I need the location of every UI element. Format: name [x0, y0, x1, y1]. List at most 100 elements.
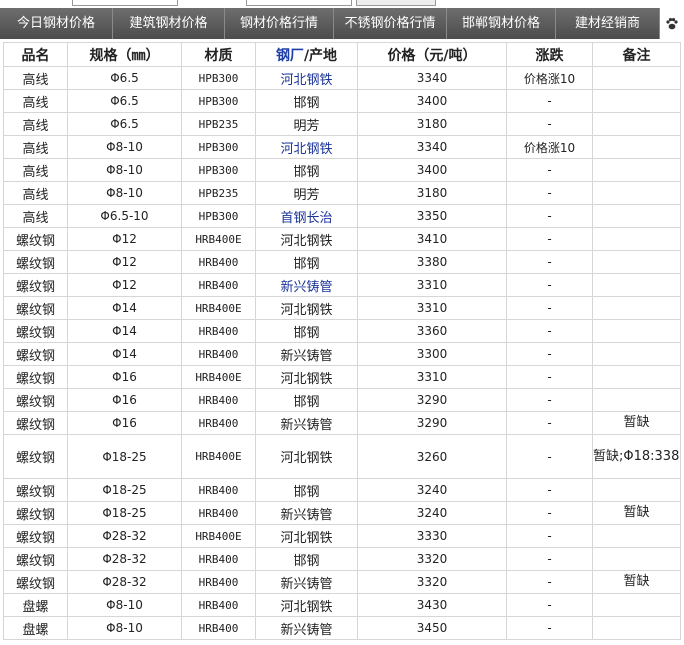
cell-note: [592, 204, 681, 228]
cell-change: -: [506, 570, 593, 594]
cell-material: HPB300: [181, 89, 256, 113]
cell-note: [592, 296, 681, 320]
cell-material: HPB235: [181, 112, 256, 136]
nav-item-dealers[interactable]: 建材经销商: [556, 8, 660, 39]
col-header-plant: 钢厂/产地: [255, 42, 358, 67]
cell-change: -: [506, 89, 593, 113]
cell-material: HRB400: [181, 547, 256, 571]
nav-item-today-price[interactable]: 今日钢材价格: [0, 8, 113, 39]
cell-plant: 邯钢: [255, 547, 358, 571]
cell-plant: 河北钢铁: [255, 593, 358, 617]
cell-name: 螺纹钢: [3, 547, 68, 571]
cell-note: [592, 388, 681, 412]
table-row: 盘螺 Φ8-10 HRB400 新兴铸管 3450-: [3, 616, 681, 640]
cell-spec: Φ12: [67, 227, 182, 251]
cell-change: -: [506, 547, 593, 571]
cell-material: HRB400: [181, 342, 256, 366]
cell-material: HRB400: [181, 388, 256, 412]
cell-material: HRB400E: [181, 227, 256, 251]
cell-change: -: [506, 501, 593, 525]
cell-price: 3400: [357, 89, 507, 113]
cell-plant: 邯钢: [255, 250, 358, 274]
cell-plant: 明芳: [255, 112, 358, 136]
nav-item-stainless[interactable]: 不锈钢价格行情: [334, 8, 447, 39]
cell-note: [592, 89, 681, 113]
table-row: 螺纹钢 Φ16 HRB400 邯钢 3290-: [3, 388, 681, 412]
nav-item-building-steel[interactable]: 建筑钢材价格: [113, 8, 225, 39]
col-header-change: 涨跌: [506, 42, 593, 67]
table-body: 高线 Φ6.5 HPB300 河北钢铁 3340 价格涨10 高线 Φ6.5 HPB300 邯钢 3…: [3, 66, 681, 640]
cell-price: 3380: [357, 250, 507, 274]
cell-note: [592, 593, 681, 617]
cell-material: HRB400E: [181, 365, 256, 389]
cell-change: 价格涨10: [506, 66, 593, 90]
table-row: 高线 Φ6.5 HPB300 河北钢铁 3340 价格涨10: [3, 66, 681, 90]
cell-spec: Φ14: [67, 342, 182, 366]
cell-spec: Φ16: [67, 411, 182, 435]
paw-icon[interactable]: [660, 8, 684, 39]
cell-material: HPB300: [181, 66, 256, 90]
cell-price: 3410: [357, 227, 507, 251]
cell-material: HRB400: [181, 593, 256, 617]
cell-spec: Φ28-32: [67, 524, 182, 548]
nav-item-steel-market[interactable]: 钢材价格行情: [225, 8, 334, 39]
cell-plant[interactable]: 河北钢铁: [255, 66, 358, 90]
cell-material: HRB400E: [181, 296, 256, 320]
table-row: 螺纹钢 Φ12 HRB400E 河北钢铁 3410-: [3, 227, 681, 251]
cell-name: 螺纹钢: [3, 227, 68, 251]
cell-note: 暂缺: [592, 501, 681, 525]
cell-note: [592, 181, 681, 205]
cell-price: 3360: [357, 319, 507, 343]
cell-material: HRB400: [181, 478, 256, 502]
cell-spec: Φ8-10: [67, 158, 182, 182]
table-row: 螺纹钢 Φ12 HRB400 新兴铸管 3310-: [3, 273, 681, 297]
cell-note: [592, 227, 681, 251]
top-search-input[interactable]: [72, 0, 178, 6]
top-submit-button[interactable]: [356, 0, 436, 6]
cell-plant[interactable]: 首钢长治: [255, 204, 358, 228]
cell-plant[interactable]: 河北钢铁: [255, 135, 358, 159]
col-header-spec: 规格（㎜）: [67, 42, 182, 67]
cell-price: 3320: [357, 570, 507, 594]
cell-spec: Φ16: [67, 365, 182, 389]
cell-name: 盘螺: [3, 616, 68, 640]
cell-spec: Φ8-10: [67, 593, 182, 617]
cell-note: 暂缺: [592, 411, 681, 435]
cell-spec: Φ18-25: [67, 501, 182, 525]
nav-item-handan-price[interactable]: 邯郸钢材价格: [447, 8, 556, 39]
cell-material: HPB300: [181, 135, 256, 159]
cell-plant: 河北钢铁: [255, 296, 358, 320]
top-filter-input[interactable]: [246, 0, 352, 6]
table-row: 螺纹钢 Φ18-25 HRB400 邯钢 3240-: [3, 478, 681, 502]
cell-plant: 河北钢铁: [255, 524, 358, 548]
cell-price: 3320: [357, 547, 507, 571]
cell-spec: Φ14: [67, 319, 182, 343]
cell-plant[interactable]: 新兴铸管: [255, 273, 358, 297]
cell-plant: 邯钢: [255, 388, 358, 412]
cell-spec: Φ8-10: [67, 181, 182, 205]
table-row: 螺纹钢 Φ28-32 HRB400 新兴铸管 3320- 暂缺: [3, 570, 681, 594]
table-row: 螺纹钢 Φ14 HRB400 邯钢 3360-: [3, 319, 681, 343]
cell-change: -: [506, 158, 593, 182]
cell-name: 螺纹钢: [3, 273, 68, 297]
cell-name: 螺纹钢: [3, 524, 68, 548]
table-row: 高线 Φ6.5 HPB235 明芳 3180-: [3, 112, 681, 136]
cell-name: 高线: [3, 204, 68, 228]
table-row: 高线 Φ8-10 HPB235 明芳 3180-: [3, 181, 681, 205]
cell-price: 3260: [357, 434, 507, 479]
cell-change: -: [506, 181, 593, 205]
cell-note: [592, 319, 681, 343]
cell-material: HRB400: [181, 411, 256, 435]
cell-price: 3330: [357, 524, 507, 548]
col-header-plant-link[interactable]: 钢厂: [276, 48, 304, 64]
cell-name: 高线: [3, 158, 68, 182]
cell-spec: Φ16: [67, 388, 182, 412]
cell-name: 螺纹钢: [3, 250, 68, 274]
cell-spec: Φ8-10: [67, 135, 182, 159]
cell-note: [592, 250, 681, 274]
table-row: 盘螺 Φ8-10 HRB400 河北钢铁 3430-: [3, 593, 681, 617]
cell-note: [592, 524, 681, 548]
table-row: 螺纹钢 Φ18-25 HRB400E 河北钢铁 3260- 暂缺;Φ18:3380: [3, 434, 681, 479]
cell-price: 3310: [357, 296, 507, 320]
cell-material: HRB400: [181, 273, 256, 297]
